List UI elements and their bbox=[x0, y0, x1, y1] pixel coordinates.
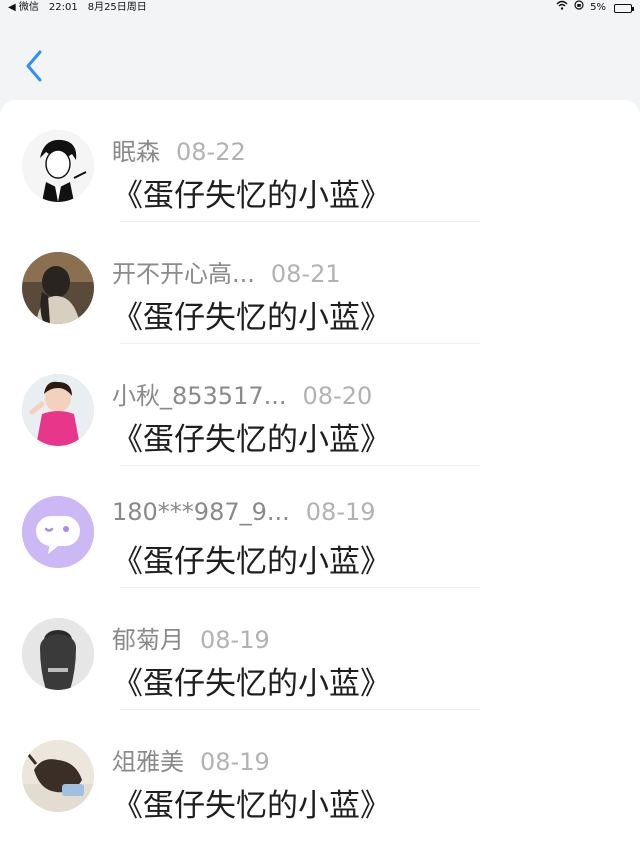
message-list: 眠森 08-22 《蛋仔失忆的小蓝》 开不开心高... 08-21 《蛋仔失忆的小蓝… bbox=[0, 100, 640, 860]
sender-name: 小秋_853517... bbox=[112, 382, 287, 410]
battery-percent: 5% bbox=[590, 2, 606, 13]
header bbox=[0, 16, 640, 96]
list-item[interactable]: 俎雅美 08-19 《蛋仔失忆的小蓝》 bbox=[0, 710, 640, 832]
chevron-left-icon bbox=[26, 50, 42, 82]
item-date: 08-19 bbox=[305, 498, 376, 526]
item-date: 08-19 bbox=[200, 626, 270, 654]
item-meta: 180***987_9... 08-19 bbox=[112, 498, 376, 526]
sender-name: 郁菊月 bbox=[112, 626, 184, 654]
status-date: 8月25日周日 bbox=[87, 2, 147, 13]
sender-name: 180***987_9... bbox=[112, 498, 290, 526]
woman-gray-avatar-icon bbox=[22, 618, 94, 690]
item-title: 《蛋仔失忆的小蓝》 bbox=[112, 178, 391, 214]
list-item[interactable]: 眠森 08-22 《蛋仔失忆的小蓝》 bbox=[0, 100, 640, 222]
item-date: 08-21 bbox=[270, 260, 341, 288]
battery-icon bbox=[614, 3, 634, 13]
list-item[interactable]: 开不开心高... 08-21 《蛋仔失忆的小蓝》 bbox=[0, 222, 640, 344]
item-title: 《蛋仔失忆的小蓝》 bbox=[112, 422, 391, 458]
back-button[interactable] bbox=[20, 48, 48, 84]
back-to-app[interactable]: ◀ 微信 bbox=[8, 0, 39, 16]
item-meta: 开不开心高... 08-21 bbox=[112, 254, 341, 289]
girl-pink-avatar-icon bbox=[22, 374, 94, 446]
avatar bbox=[22, 496, 94, 568]
girl-dark-avatar-icon bbox=[22, 252, 94, 324]
item-date: 08-19 bbox=[200, 748, 270, 776]
item-meta: 郁菊月 08-19 bbox=[112, 620, 270, 655]
item-meta: 俎雅美 08-19 bbox=[112, 742, 270, 777]
item-date: 08-20 bbox=[302, 382, 373, 410]
manga-man-avatar-icon bbox=[22, 130, 94, 202]
status-bar: ◀ 微信 22:01 8月25日周日 5% bbox=[0, 0, 640, 16]
chat-bubble-avatar-icon bbox=[22, 496, 94, 568]
status-time: 22:01 bbox=[48, 2, 78, 13]
status-right: 5% bbox=[556, 0, 634, 16]
lock-rotation-icon bbox=[574, 0, 584, 16]
item-title: 《蛋仔失忆的小蓝》 bbox=[112, 666, 391, 702]
item-title: 《蛋仔失忆的小蓝》 bbox=[112, 788, 391, 824]
cow-photo-avatar-icon bbox=[22, 740, 94, 812]
list-item[interactable]: 180***987_9... 08-19 《蛋仔失忆的小蓝》 bbox=[0, 466, 640, 588]
status-left: ◀ 微信 22:01 8月25日周日 bbox=[8, 0, 147, 16]
item-meta: 眠森 08-22 bbox=[112, 132, 246, 167]
avatar bbox=[22, 374, 94, 446]
list-item[interactable]: 小秋_853517... 08-20 《蛋仔失忆的小蓝》 bbox=[0, 344, 640, 466]
item-date: 08-22 bbox=[176, 138, 246, 166]
avatar bbox=[22, 252, 94, 324]
sender-name: 开不开心高... bbox=[112, 260, 255, 288]
sender-name: 眠森 bbox=[112, 138, 160, 166]
item-title: 《蛋仔失忆的小蓝》 bbox=[112, 544, 391, 580]
avatar bbox=[22, 618, 94, 690]
wifi-icon bbox=[556, 0, 568, 16]
item-meta: 小秋_853517... 08-20 bbox=[112, 376, 372, 411]
avatar bbox=[22, 130, 94, 202]
avatar bbox=[22, 740, 94, 812]
list-item[interactable]: 郁菊月 08-19 《蛋仔失忆的小蓝》 bbox=[0, 588, 640, 710]
item-title: 《蛋仔失忆的小蓝》 bbox=[112, 300, 391, 336]
sender-name: 俎雅美 bbox=[112, 748, 184, 776]
